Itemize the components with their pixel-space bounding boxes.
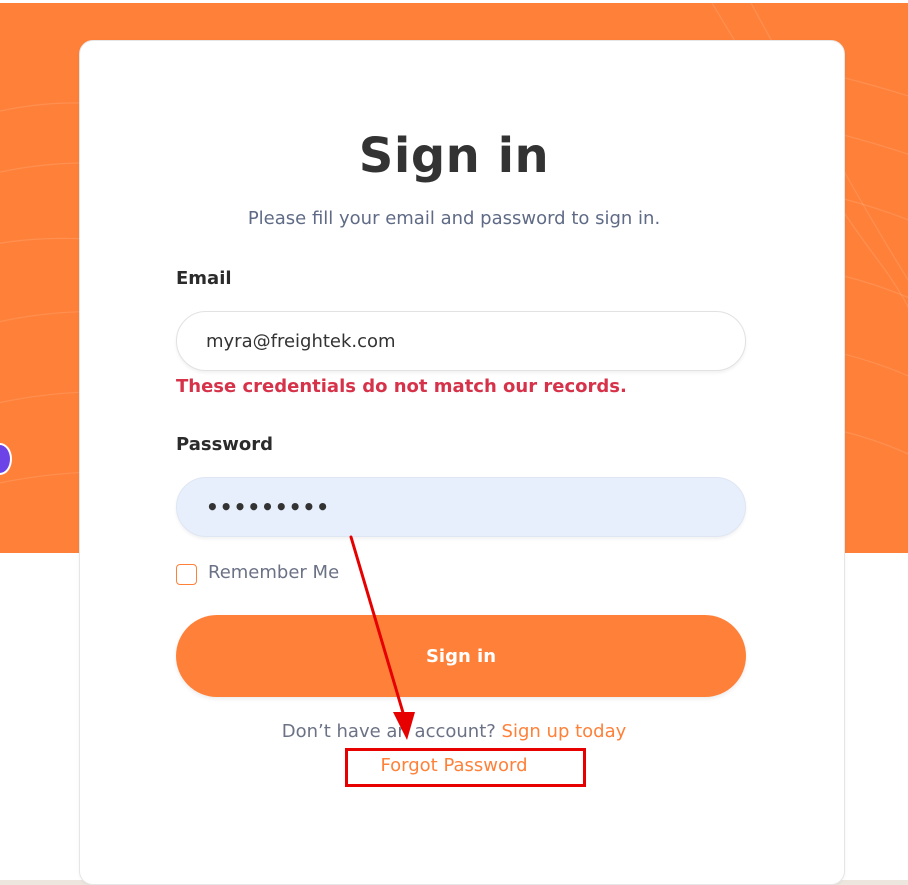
remember-me-checkbox[interactable] (176, 564, 197, 585)
signup-prompt-text: Don’t have an account? (281, 721, 496, 742)
credentials-error-message: These credentials do not match our recor… (176, 376, 627, 397)
remember-me-label[interactable]: Remember Me (208, 562, 339, 583)
email-label: Email (176, 268, 232, 289)
email-field[interactable]: myra@freightek.com (176, 311, 746, 371)
password-label: Password (176, 434, 274, 455)
password-masked-value: ••••••••• (206, 495, 331, 519)
login-page: Sign in Please fill your email and passw… (0, 0, 908, 885)
sign-up-link[interactable]: Sign up today (502, 721, 627, 742)
forgot-password-link[interactable]: Forgot Password (380, 755, 527, 776)
sign-in-button-label: Sign in (425, 645, 497, 667)
page-subtitle: Please fill your email and password to s… (247, 208, 661, 229)
email-value: myra@freightek.com (206, 330, 396, 352)
forgot-password-link-row: Forgot Password (0, 755, 908, 776)
page-title: Sign in (358, 128, 550, 184)
signup-prompt-line: Don’t have an account? Sign up today (0, 721, 908, 742)
password-field[interactable]: ••••••••• (176, 477, 746, 537)
sign-in-button[interactable]: Sign in (176, 615, 746, 697)
